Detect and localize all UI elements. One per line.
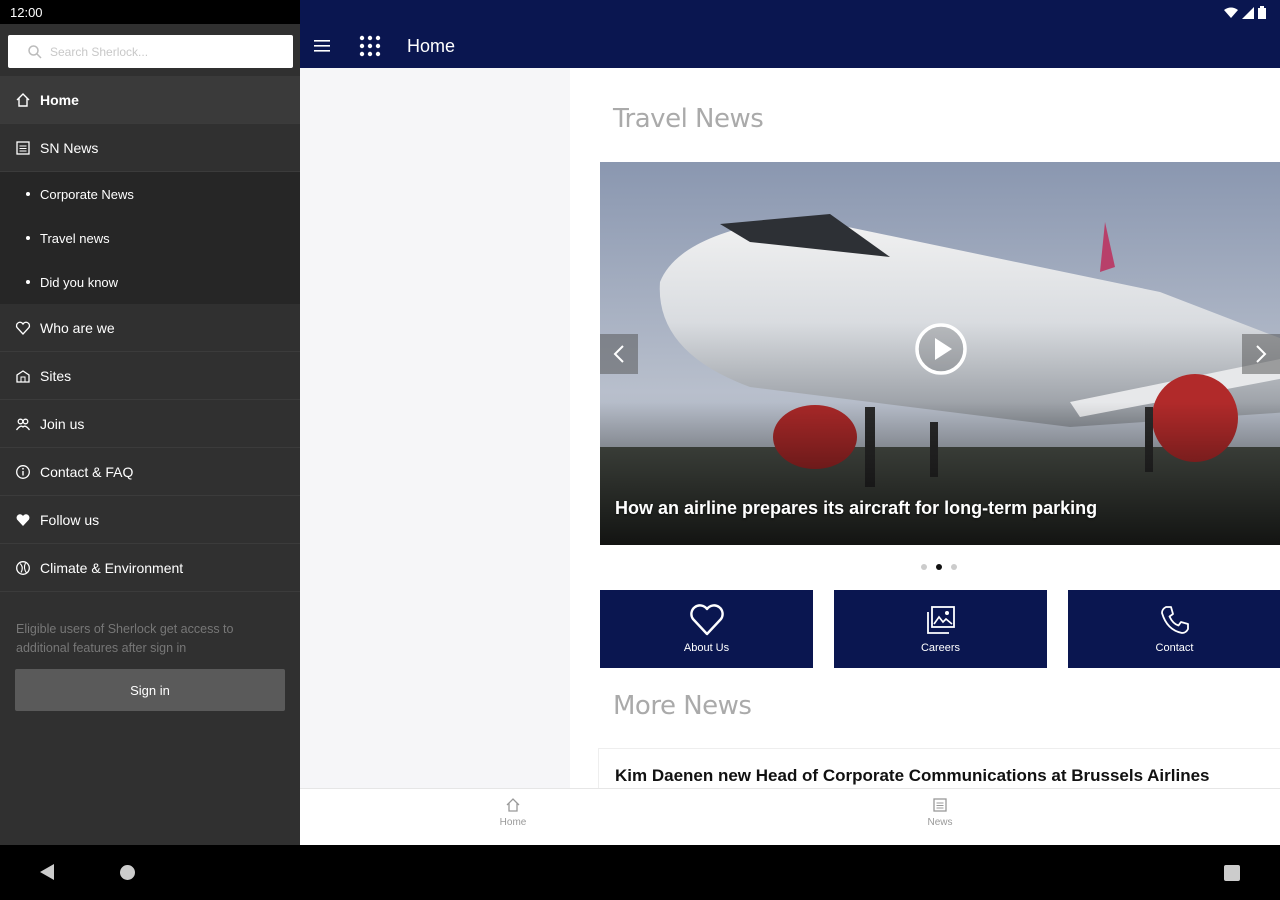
bottom-nav-label: News [927,817,953,828]
globe-icon [14,559,32,577]
carousel-next-button[interactable] [1242,334,1280,374]
search-input[interactable] [50,44,280,59]
drawer-item-label: Join us [40,415,85,432]
bottom-navigation: Home News [300,788,1280,845]
bullet-icon [26,280,30,284]
status-time: 12:00 [10,5,43,20]
sub-item-label: Travel news [40,230,110,246]
status-bar-left: 12:00 [0,0,300,24]
home-icon [506,798,520,812]
drawer-item-label: Sites [40,367,72,384]
play-icon[interactable] [914,322,968,376]
back-icon[interactable] [40,864,54,880]
drawer-item-contact-faq[interactable]: Contact & FAQ [0,448,300,496]
bottom-nav-news[interactable]: News [910,797,970,828]
info-circle-icon [14,463,32,481]
people-icon [14,415,32,433]
drawer-submenu: Corporate News Travel news Did you know [0,172,300,304]
carousel-prev-button[interactable] [600,334,638,374]
status-bar: 12:00 [0,0,1280,24]
news-card-title[interactable]: Kim Daenen new Head of Corporate Communi… [615,766,1210,786]
building-icon [14,367,32,385]
sub-item-label: Corporate News [40,186,134,202]
search-icon [28,44,42,59]
tile-label: Contact [1155,642,1194,654]
sub-item-label: Did you know [40,274,119,290]
drawer-item-sn-news[interactable]: SN News [0,124,300,172]
hamburger-menu-icon[interactable] [314,39,330,53]
careers-tile[interactable]: Careers [834,590,1047,668]
drawer-item-label: SN News [40,139,99,156]
drawer-subitem-travel-news[interactable]: Travel news [0,216,300,260]
newspaper-icon [14,139,32,157]
drawer-item-home[interactable]: Home [0,76,300,124]
carousel-dot[interactable] [921,564,927,570]
drawer-item-label: Contact & FAQ [40,463,134,480]
drawer-item-label: Home [40,91,79,108]
drawer-item-label: Climate & Environment [40,559,184,576]
navigation-drawer: Home SN News Corporate News Travel news … [0,24,300,845]
bullet-icon [26,236,30,240]
chevron-right-icon [1256,345,1267,363]
drawer-menu: Home SN News Corporate News Travel news … [0,76,300,592]
travel-news-title: Travel News [613,104,764,134]
recent-apps-icon[interactable] [1224,865,1240,881]
sign-in-button[interactable]: Sign in [15,669,285,711]
sign-in-note: Eligible users of Sherlock get access to… [16,622,234,655]
home-button-icon[interactable] [120,865,135,880]
main-content: Travel News How an airline prepares its … [570,68,1280,788]
image-gallery-icon [926,606,955,634]
drawer-item-label: Follow us [40,511,100,528]
drawer-item-join-us[interactable]: Join us [0,400,300,448]
newspaper-icon [933,798,947,812]
page-title: Home [407,36,456,56]
bullet-icon [26,192,30,196]
quick-links: About Us Careers Contact [600,590,1280,668]
drawer-item-who-are-we[interactable]: Who are we [0,304,300,352]
carousel-caption[interactable]: How an airline prepares its aircraft for… [615,498,1097,519]
about-us-tile[interactable]: About Us [600,590,813,668]
tile-label: Careers [920,642,961,654]
bottom-nav-label: Home [499,817,527,828]
carousel-dot-active[interactable] [936,564,942,570]
apps-grid-icon[interactable] [358,34,382,58]
wifi-icon [1224,7,1238,18]
drawer-item-label: Who are we [40,319,115,336]
contact-tile[interactable]: Contact [1068,590,1280,668]
status-icons [1224,6,1266,19]
signal-icon [1242,6,1254,19]
carousel-dot[interactable] [951,564,957,570]
drawer-item-sites[interactable]: Sites [0,352,300,400]
heart-outline-icon [689,604,724,636]
more-news-title: More News [613,691,752,721]
system-navigation-bar [0,845,1280,900]
bottom-nav-home[interactable]: Home [483,797,543,828]
heart-filled-icon [14,511,32,529]
drawer-item-follow-us[interactable]: Follow us [0,496,300,544]
drawer-subitem-corporate-news[interactable]: Corporate News [0,172,300,216]
drawer-item-climate-environment[interactable]: Climate & Environment [0,544,300,592]
chevron-left-icon [613,345,624,363]
phone-icon [1160,606,1189,634]
home-icon [14,91,32,109]
search-box[interactable] [8,35,293,68]
heart-outline-icon [14,319,32,337]
carousel-indicators [921,564,957,570]
drawer-subitem-did-you-know[interactable]: Did you know [0,260,300,304]
tile-label: About Us [683,642,730,654]
main-left-panel [300,68,570,788]
battery-icon [1258,6,1266,19]
app-bar: Home [300,24,1280,68]
news-card[interactable]: Kim Daenen new Head of Corporate Communi… [598,748,1280,788]
news-carousel[interactable]: How an airline prepares its aircraft for… [600,162,1280,545]
